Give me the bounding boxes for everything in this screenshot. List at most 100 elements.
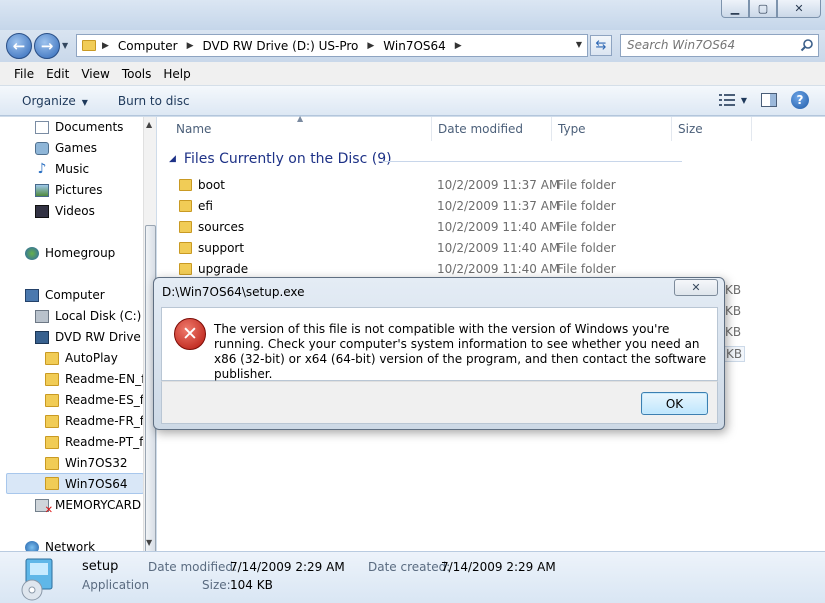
sidebar-item-label: Music <box>55 162 90 176</box>
sidebar-item-readme-es[interactable]: Readme-ES_fil <box>45 390 151 410</box>
column-header-date-modified[interactable]: Date modified <box>432 117 552 141</box>
file-row[interactable]: sources 10/2/2009 11:40 AM File folder <box>157 217 825 238</box>
column-header-name[interactable]: Name <box>170 117 432 141</box>
column-header-type[interactable]: Type <box>552 117 672 141</box>
search-box[interactable] <box>620 34 819 57</box>
dialog-title: D:\Win7OS64\setup.exe <box>162 285 305 299</box>
videos-icon <box>35 204 49 218</box>
sidebar-item-win7os32[interactable]: Win7OS32 <box>45 453 128 473</box>
column-header-size[interactable]: Size <box>672 117 752 141</box>
chevron-right-icon[interactable]: ▶ <box>455 41 462 51</box>
ok-button[interactable]: OK <box>641 392 708 415</box>
sidebar-item-autoplay[interactable]: AutoPlay <box>45 348 118 368</box>
network-icon <box>25 540 39 551</box>
back-button[interactable]: ← <box>6 33 32 59</box>
refresh-button[interactable]: ⇆ <box>590 35 612 56</box>
sidebar-item-games[interactable]: Games <box>35 138 97 158</box>
breadcrumb-computer[interactable]: Computer <box>118 39 178 53</box>
menu-file[interactable]: File <box>14 67 34 81</box>
breadcrumb-win7os64[interactable]: Win7OS64 <box>383 39 446 53</box>
chevron-right-icon[interactable]: ▶ <box>102 41 109 51</box>
view-controls: ▼ ? <box>718 91 809 109</box>
sidebar-item-readme-pt[interactable]: Readme-PT_fi <box>45 432 147 452</box>
file-name: efi <box>198 199 213 213</box>
scroll-up-icon[interactable]: ▲ <box>146 120 152 129</box>
memory-card-icon <box>35 498 53 516</box>
sidebar-item-network[interactable]: Network <box>25 537 95 551</box>
details-file-type: Application <box>82 578 150 592</box>
chevron-right-icon[interactable]: ▶ <box>367 41 374 51</box>
sidebar-item-pictures[interactable]: Pictures <box>35 180 103 200</box>
sidebar-item-local-disk[interactable]: Local Disk (C:) <box>35 306 141 326</box>
error-icon: ✕ <box>174 318 206 350</box>
sidebar-item-win7os64[interactable]: Win7OS64 <box>6 473 144 494</box>
file-name: upgrade <box>198 262 249 276</box>
homegroup-icon <box>25 246 39 260</box>
setup-application-icon <box>21 558 53 601</box>
close-window-button[interactable]: ✕ <box>777 0 821 18</box>
search-icon[interactable] <box>800 38 814 52</box>
file-name: sources <box>198 220 245 234</box>
dialog-close-button[interactable]: ✕ <box>674 279 718 296</box>
folder-icon <box>179 221 192 233</box>
file-date: 10/2/2009 11:40 AM <box>437 220 560 234</box>
sidebar-item-label: Win7OS64 <box>65 476 128 491</box>
sidebar-item-memorycard[interactable]: MEMORYCARD <box>35 495 142 516</box>
menu-edit[interactable]: Edit <box>46 67 69 81</box>
sidebar-item-videos[interactable]: Videos <box>35 201 95 221</box>
music-icon: ♪ <box>37 160 47 177</box>
sidebar-item-label: Homegroup <box>45 246 116 260</box>
sidebar-item-documents[interactable]: Documents <box>35 117 123 137</box>
forward-button[interactable]: → <box>34 33 60 59</box>
sidebar-item-music[interactable]: ♪ Music <box>35 159 90 179</box>
group-header[interactable]: ◢ Files Currently on the Disc (9) <box>169 151 392 167</box>
sidebar-item-computer[interactable]: Computer <box>25 285 105 305</box>
file-type: File folder <box>557 220 616 234</box>
file-row[interactable]: boot 10/2/2009 11:37 AM File folder <box>157 175 825 196</box>
file-row[interactable]: support 10/2/2009 11:40 AM File folder <box>157 238 825 259</box>
minimize-button[interactable]: ▁ <box>721 0 749 18</box>
sidebar-item-label: MEMORYCARD <box>55 498 142 512</box>
pictures-icon <box>35 183 49 197</box>
change-view-button[interactable]: ▼ <box>718 94 747 106</box>
scroll-down-icon[interactable]: ▼ <box>146 538 152 547</box>
breadcrumb-dvd-drive[interactable]: DVD RW Drive (D:) US-Pro <box>203 39 359 53</box>
organize-button[interactable]: Organize ▼ <box>22 94 88 108</box>
menu-help[interactable]: Help <box>163 67 190 81</box>
group-title: Files Currently on the Disc (9) <box>183 151 392 167</box>
recent-pages-dropdown[interactable]: ▼ <box>62 41 68 50</box>
navigation-pane: Documents Games ♪ Music Pictures Videos H… <box>0 117 156 551</box>
sidebar-item-label: Readme-EN_fi <box>65 372 149 386</box>
search-input[interactable] <box>627 35 797 55</box>
folder-icon <box>45 414 59 428</box>
folder-icon <box>45 477 59 490</box>
file-row[interactable]: efi 10/2/2009 11:37 AM File folder <box>157 196 825 217</box>
help-icon[interactable]: ? <box>791 91 809 109</box>
maximize-button[interactable]: ▢ <box>749 0 777 18</box>
address-bar[interactable]: ▶ Computer ▶ DVD RW Drive (D:) US-Pro ▶ … <box>76 34 588 57</box>
sidebar-item-label: AutoPlay <box>65 351 118 365</box>
file-date: 10/2/2009 11:37 AM <box>437 199 560 213</box>
details-date-created-label: Date created: <box>368 560 451 574</box>
sidebar-item-readme-fr[interactable]: Readme-FR_fil <box>45 411 151 431</box>
sidebar-item-label: Videos <box>55 204 95 218</box>
file-date: 10/2/2009 11:37 AM <box>437 178 560 192</box>
folder-icon <box>45 372 59 386</box>
command-bar: Organize ▼ Burn to disc ▼ ? <box>0 86 825 116</box>
sidebar-item-readme-en[interactable]: Readme-EN_fi <box>45 369 149 389</box>
menu-view[interactable]: View <box>81 67 109 81</box>
sidebar-item-homegroup[interactable]: Homegroup <box>25 243 115 263</box>
organize-label: Organize <box>22 93 76 108</box>
computer-icon <box>25 288 39 302</box>
burn-to-disc-button[interactable]: Burn to disc <box>118 94 190 108</box>
sidebar-item-label: Readme-FR_fil <box>65 414 151 428</box>
address-history-dropdown[interactable]: ▼ <box>576 40 582 49</box>
file-date: 10/2/2009 11:40 AM <box>437 262 560 276</box>
sidebar-item-dvd-drive[interactable]: DVD RW Drive (D <box>35 327 156 347</box>
file-name: boot <box>198 178 226 192</box>
preview-pane-icon[interactable] <box>761 93 777 107</box>
menu-tools[interactable]: Tools <box>122 67 152 81</box>
navigation-bar: ← → ▼ ▶ Computer ▶ DVD RW Drive (D:) US-… <box>0 30 825 62</box>
chevron-right-icon[interactable]: ▶ <box>187 41 194 51</box>
file-size: KB <box>725 304 742 318</box>
